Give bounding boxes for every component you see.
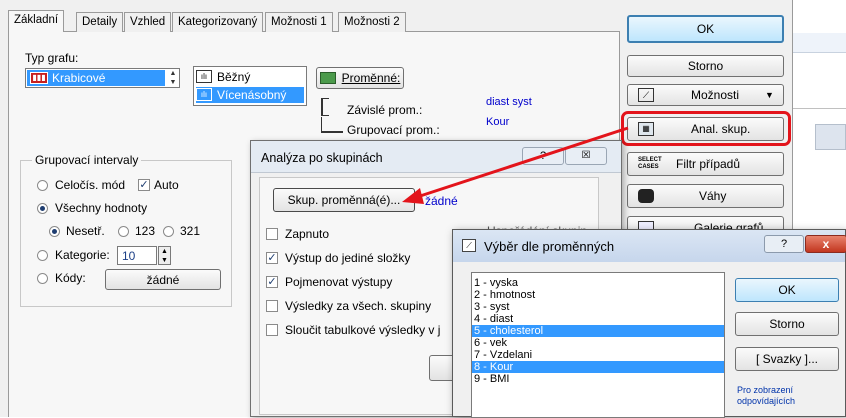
select-close-icon: x: [822, 237, 830, 251]
list-item[interactable]: 8 - Kour: [472, 361, 724, 373]
list-item[interactable]: 4 - diast: [472, 313, 724, 325]
list-item[interactable]: 1 - vyska: [472, 277, 724, 289]
select-hint-text: Pro zobrazení odpovídajících: [737, 385, 796, 406]
select-help-button[interactable]: ?: [764, 235, 804, 253]
list-item[interactable]: 5 - cholesterol: [472, 325, 724, 337]
dialog-app-icon: ⟋: [462, 239, 476, 252]
variable-list[interactable]: 1 - vyska 2 - hmotnost 3 - syst 4 - dias…: [471, 272, 725, 418]
list-item[interactable]: 7 - Vzdelani: [472, 349, 724, 361]
select-help-icon: ?: [780, 238, 788, 250]
select-cancel-button[interactable]: Storno: [735, 312, 839, 336]
annotation-arrow-head: [402, 188, 424, 204]
variable-select-dialog: ⟋ Výběr dle proměnných ? x 1 - vyska 2 -…: [452, 229, 846, 418]
annotation-arrow-line: [413, 126, 629, 200]
select-dialog-title: Výběr dle proměnných: [484, 239, 615, 254]
list-item[interactable]: 3 - syst: [472, 301, 724, 313]
list-item[interactable]: 2 - hmotnost: [472, 289, 724, 301]
select-ok-button[interactable]: OK: [735, 278, 839, 302]
list-item[interactable]: 9 - BMI: [472, 373, 724, 385]
select-close-button[interactable]: x: [805, 235, 846, 253]
list-item[interactable]: 6 - vek: [472, 337, 724, 349]
bundles-button[interactable]: [ Svazky ]...: [735, 347, 839, 371]
